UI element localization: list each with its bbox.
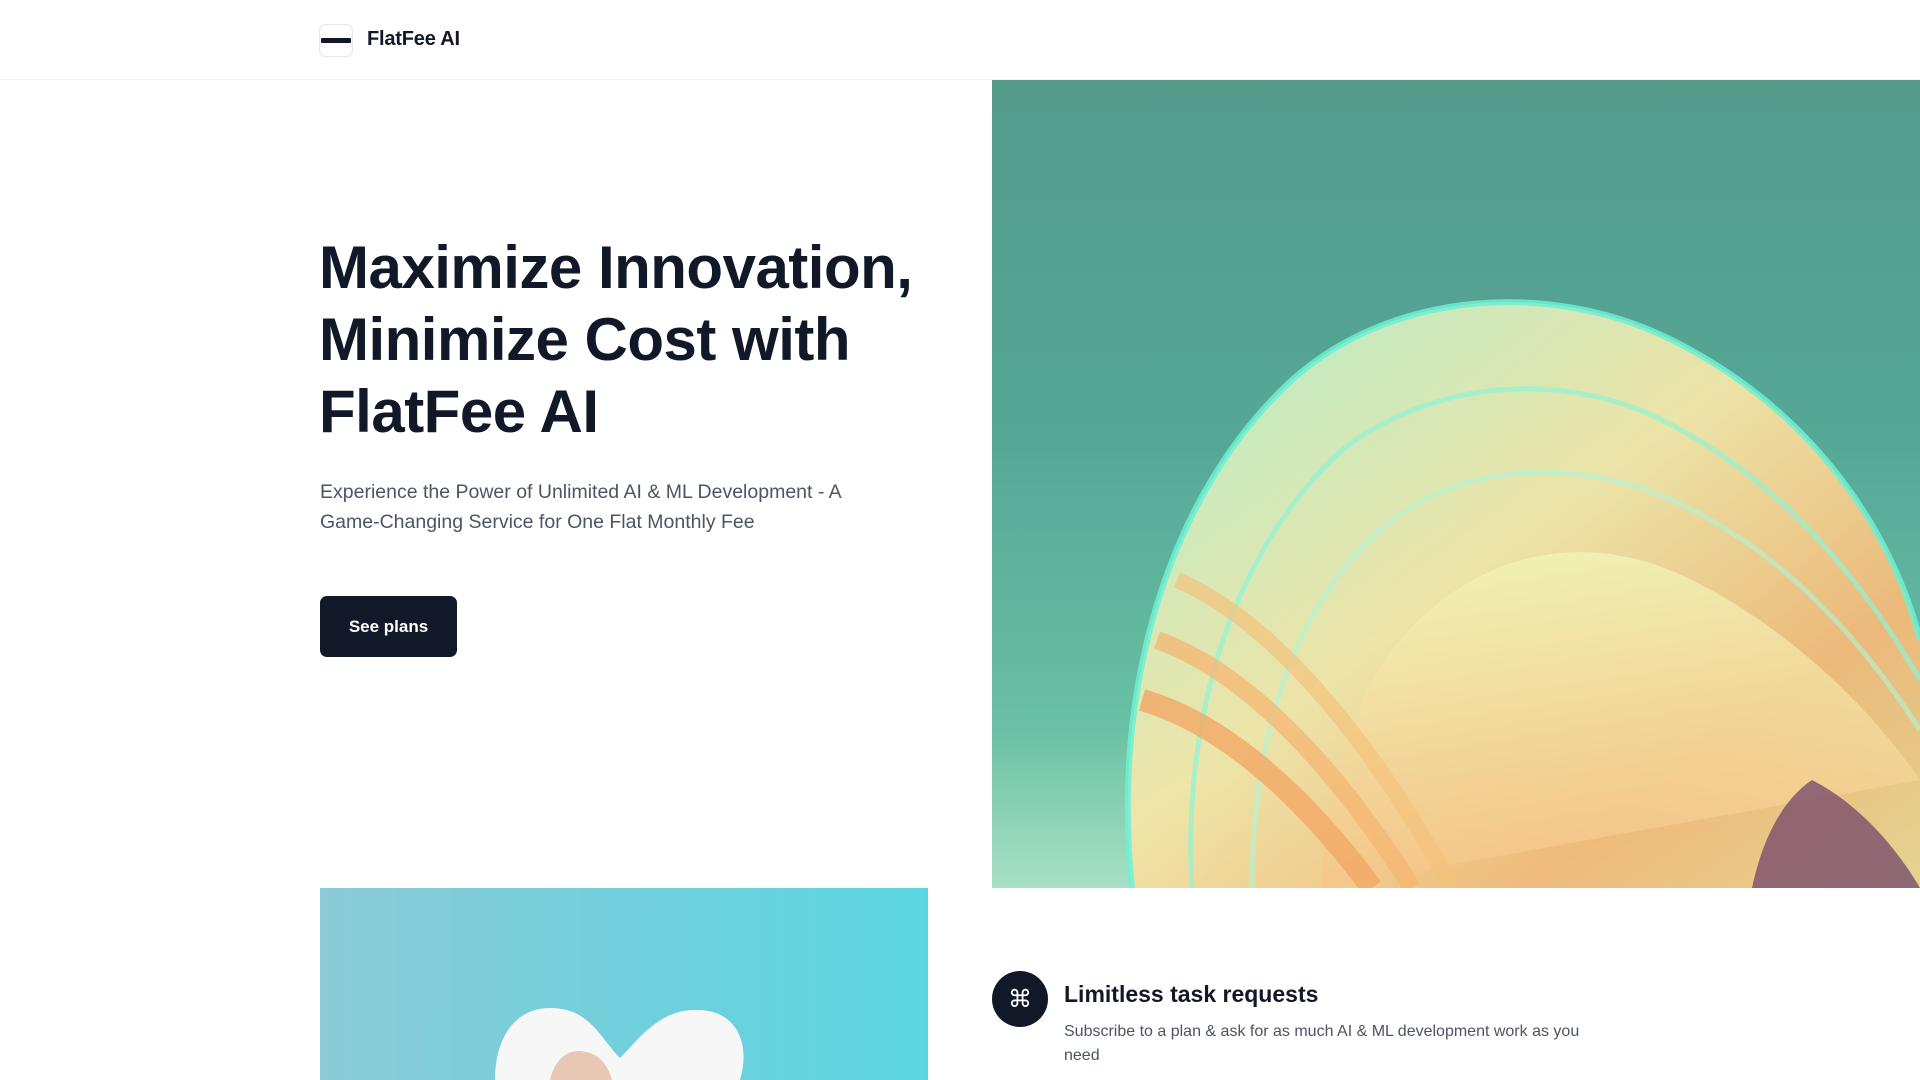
command-icon: ⌘ [992,971,1048,1027]
logo-bar [321,38,351,43]
feature-description: Subscribe to a plan & ask for as much AI… [1064,1023,1580,1064]
hero-title: Maximize Innovation, Minimize Cost with … [319,234,913,445]
feature-title: Limitless task requests [1064,981,1319,1007]
abstract-knot-illustration [495,1008,744,1080]
menu-bar-icon[interactable] [319,24,353,57]
see-plans-button[interactable]: See plans [320,596,457,657]
page: FlatFee AI Maximize Innovation, Minimize… [0,0,1920,1080]
site-header: FlatFee AI [0,0,1920,80]
hero-image [992,80,1920,888]
hero-subtitle: Experience the Power of Unlimited AI & M… [320,481,841,533]
abstract-swirl-illustration [1124,299,1920,888]
brand-name[interactable]: FlatFee AI [367,28,460,51]
bottom-left-image [320,888,928,1080]
